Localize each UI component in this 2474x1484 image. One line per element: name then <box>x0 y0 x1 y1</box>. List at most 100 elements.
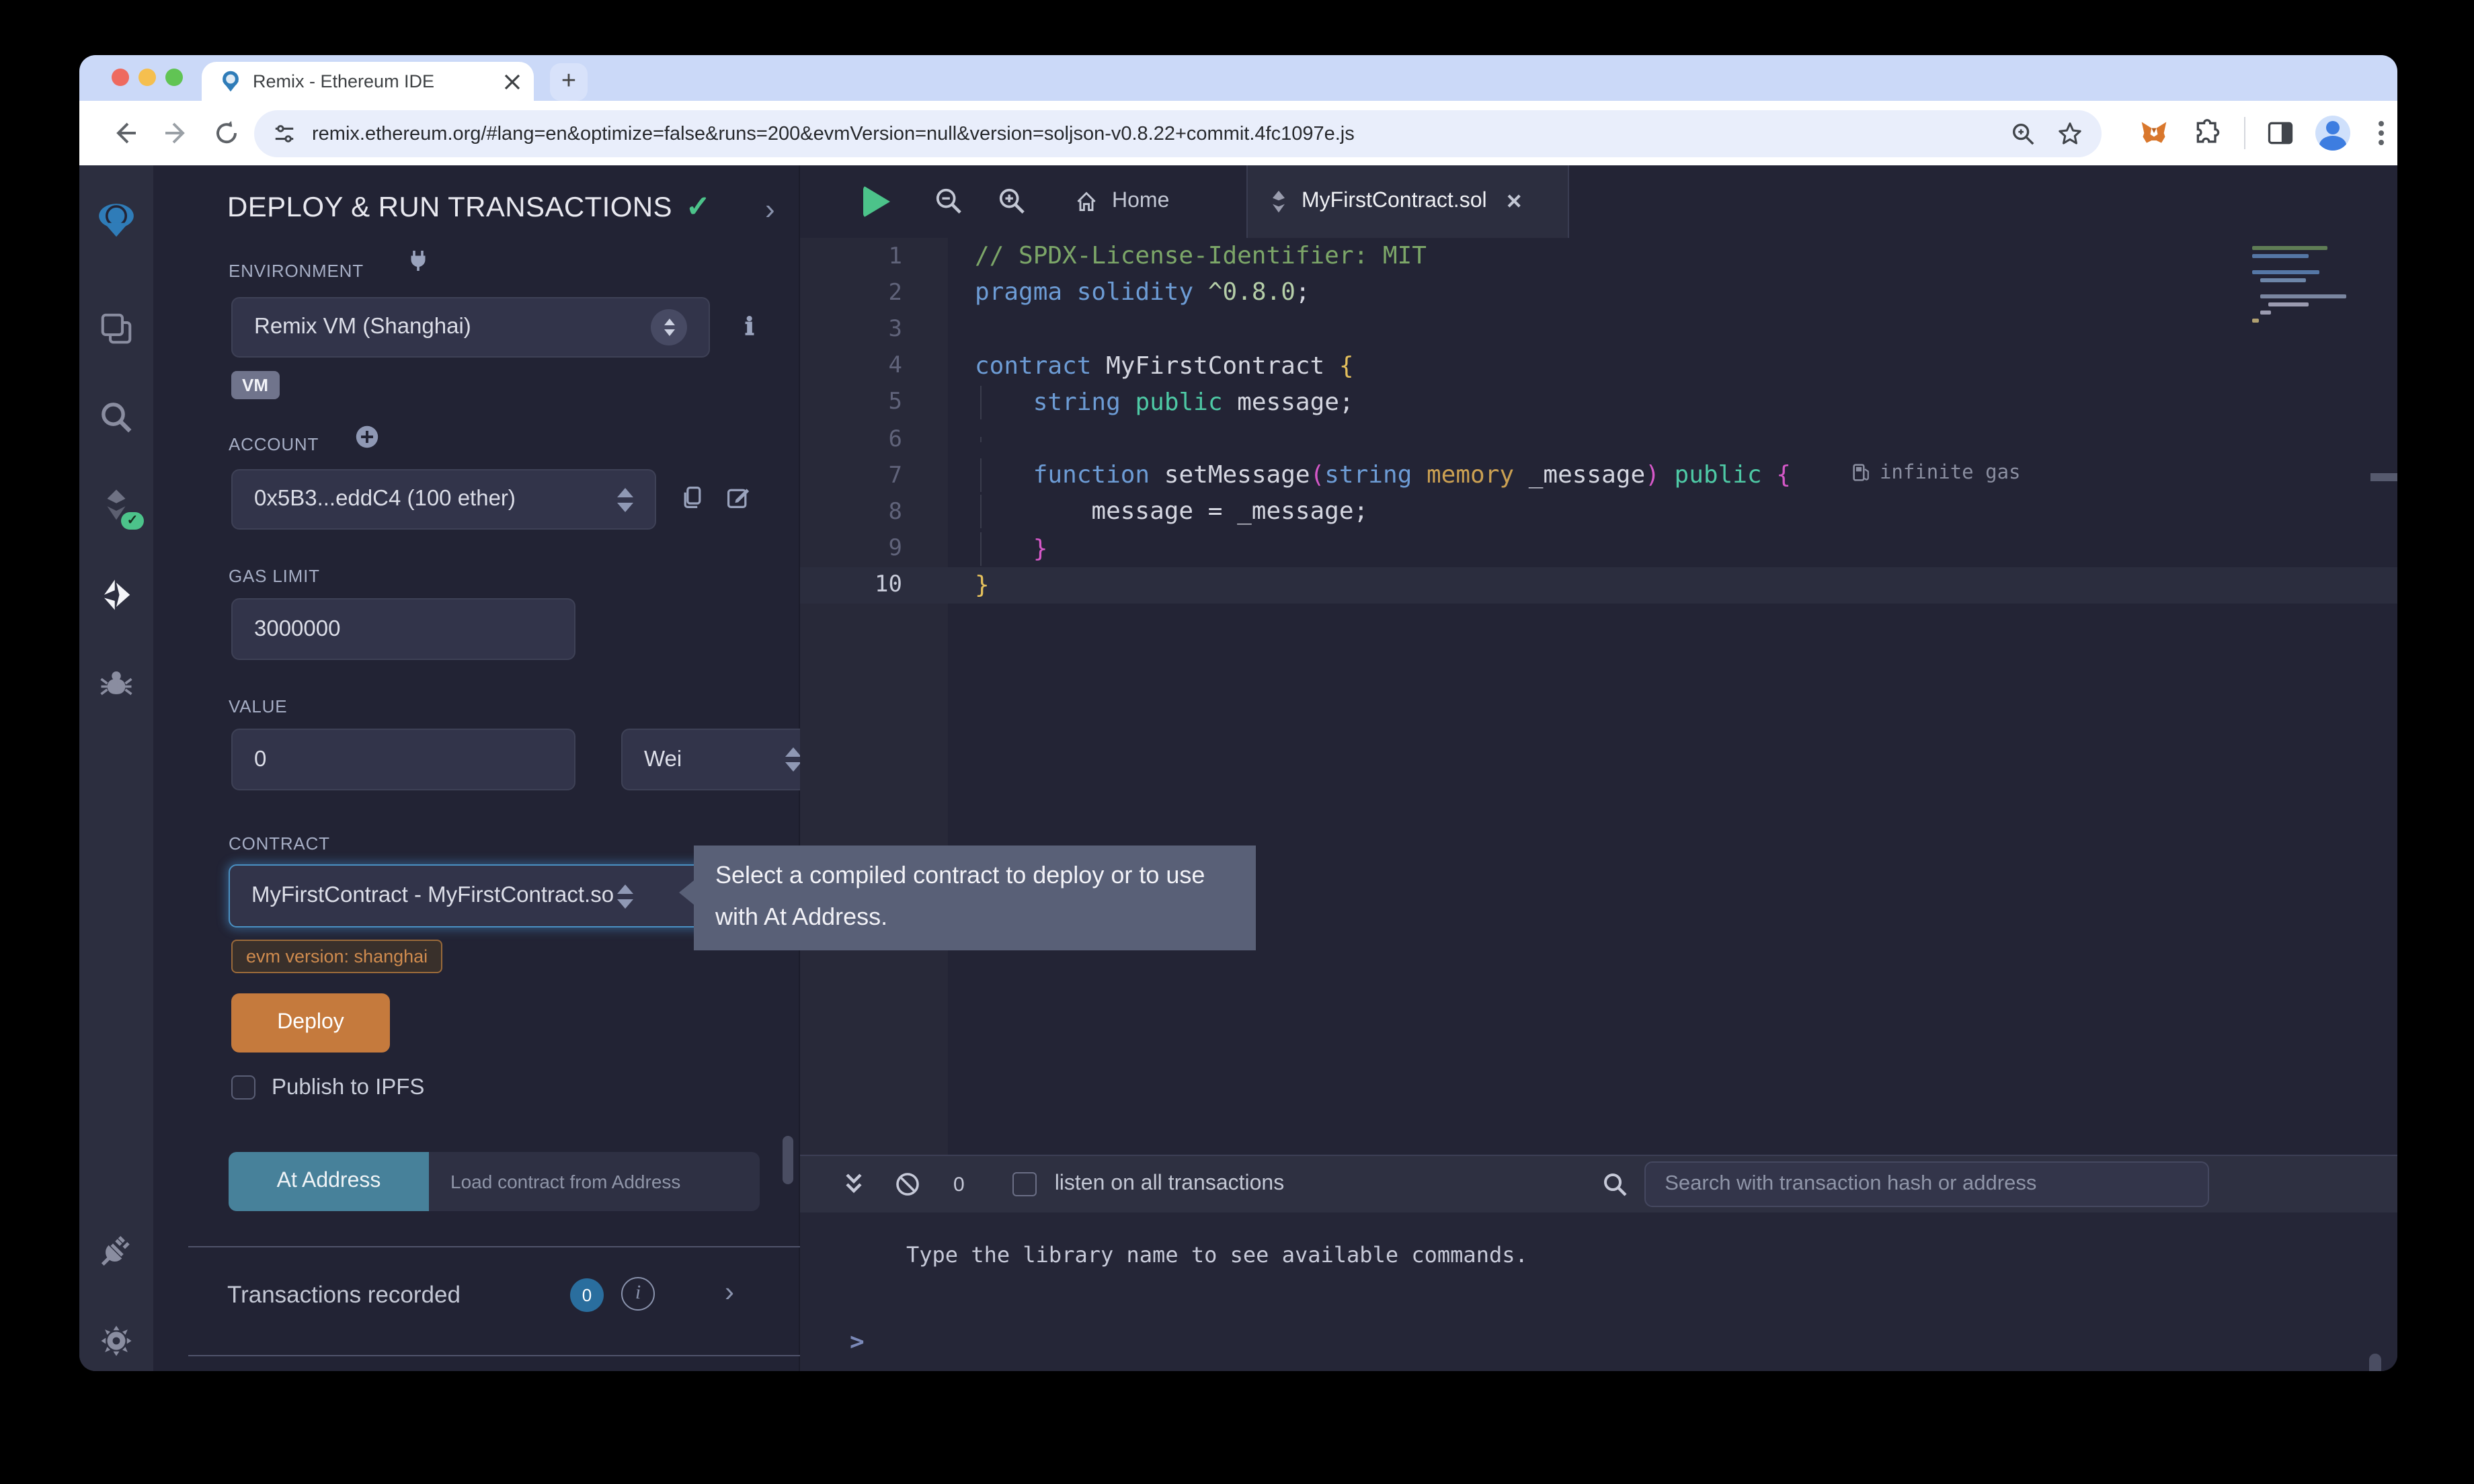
terminal-search-input[interactable]: Search with transaction hash or address <box>1644 1161 2209 1207</box>
clear-console-icon[interactable] <box>894 1171 921 1198</box>
forward-icon[interactable] <box>163 120 190 147</box>
bookmark-star-icon[interactable] <box>2057 121 2083 147</box>
code-line-8[interactable]: 8 message = _message; <box>800 494 2397 530</box>
tab-strip: Remix - Ethereum IDE + <box>79 55 2397 101</box>
at-address-input[interactable]: Load contract from Address <box>429 1152 760 1211</box>
publish-ipfs-checkbox[interactable] <box>231 1075 255 1100</box>
value-input[interactable]: 0 <box>231 729 575 790</box>
collapse-terminal-icon[interactable] <box>840 1171 867 1198</box>
add-account-icon[interactable] <box>355 425 379 449</box>
value-label: VALUE <box>229 696 287 716</box>
terminal-prompt[interactable]: > <box>850 1328 865 1356</box>
code-line-10[interactable]: 10} <box>800 567 2397 604</box>
terminal-scrollbar[interactable] <box>2369 1354 2381 1371</box>
toolbar-divider <box>2244 117 2245 149</box>
code-line-2[interactable]: 2pragma solidity ^0.8.0; <box>800 274 2397 311</box>
solidity-compiler-icon[interactable]: ✓ <box>98 487 134 523</box>
code-line-9[interactable]: 9 } <box>800 530 2397 567</box>
edit-account-icon[interactable] <box>726 485 750 509</box>
listen-count: 0 <box>953 1173 965 1196</box>
panel-collapse-icon[interactable]: › <box>765 192 775 227</box>
code-editor: Home MyFirstContract.sol ✕ 1// SPDX-Lice… <box>800 165 2397 1155</box>
gas-limit-input[interactable]: 3000000 <box>231 598 575 660</box>
settings-gear-icon[interactable] <box>98 1323 134 1359</box>
icon-rail: ✓ <box>79 165 153 1371</box>
gas-pump-icon <box>1853 463 1870 483</box>
transactions-info-icon[interactable]: i <box>621 1277 655 1311</box>
code-text: } <box>936 534 1047 563</box>
contract-select-arrows-icon <box>616 884 633 908</box>
url-field[interactable]: remix.ethereum.org/#lang=en&optimize=fal… <box>254 110 2102 157</box>
code-line-1[interactable]: 1// SPDX-License-Identifier: MIT <box>800 238 2397 274</box>
browser-window: Remix - Ethereum IDE + <box>79 55 2397 1371</box>
file-explorer-icon[interactable] <box>98 311 134 347</box>
contract-label: CONTRACT <box>229 833 330 854</box>
close-file-tab-icon[interactable]: ✕ <box>1506 190 1523 214</box>
zoom-in-icon[interactable] <box>998 187 1026 215</box>
code-line-4[interactable]: 4contract MyFirstContract { <box>800 347 2397 384</box>
account-select-arrows-icon <box>617 487 633 511</box>
environment-select[interactable]: Remix VM (Shanghai) <box>231 297 710 358</box>
gas-annotation: infinite gas <box>1853 462 2021 484</box>
search-icon[interactable] <box>98 399 134 436</box>
terminal-message: Type the library name to see available c… <box>906 1242 1528 1268</box>
panel-title: DEPLOY & RUN TRANSACTIONS✓ <box>227 190 711 224</box>
side-panel-icon[interactable] <box>2266 118 2295 148</box>
remix-logo-icon[interactable] <box>95 200 137 242</box>
tab-home[interactable]: Home <box>1047 165 1196 238</box>
copy-account-icon[interactable] <box>680 485 705 509</box>
close-tab-icon[interactable] <box>504 73 520 89</box>
run-script-icon[interactable] <box>863 186 890 218</box>
address-bar: remix.ethereum.org/#lang=en&optimize=fal… <box>79 101 2397 165</box>
close-window-button[interactable] <box>112 69 129 86</box>
compile-success-badge: ✓ <box>121 512 144 530</box>
remix-favicon <box>219 70 242 93</box>
line-number: 3 <box>800 316 936 343</box>
code-text: contract MyFirstContract { <box>936 352 1354 380</box>
transactions-expand-icon[interactable]: › <box>725 1277 734 1309</box>
new-tab-button[interactable]: + <box>550 63 588 101</box>
profile-avatar[interactable] <box>2315 116 2350 151</box>
debugger-icon[interactable] <box>98 665 134 702</box>
environment-plug-icon[interactable] <box>406 249 430 273</box>
section-divider-bottom <box>188 1355 803 1356</box>
code-line-5[interactable]: 5 string public message; <box>800 384 2397 421</box>
line-number: 9 <box>800 535 936 562</box>
section-divider <box>188 1246 803 1247</box>
zoom-out-icon[interactable] <box>934 187 963 215</box>
account-select[interactable]: 0x5B3...eddC4 (100 ether) <box>231 469 656 530</box>
environment-info-icon[interactable]: ℹ <box>745 313 769 337</box>
plugin-manager-icon[interactable] <box>98 1233 134 1269</box>
panel-scrollbar[interactable] <box>783 1136 793 1184</box>
listen-transactions-checkbox[interactable] <box>1013 1172 1037 1196</box>
line-number: 4 <box>800 352 936 379</box>
editor-scrollbar[interactable] <box>2370 473 2397 481</box>
gas-limit-label: GAS LIMIT <box>229 566 320 586</box>
metamask-extension-icon[interactable] <box>2139 118 2169 148</box>
tab-myfirstcontract[interactable]: MyFirstContract.sol ✕ <box>1246 165 1569 238</box>
extensions-puzzle-icon[interactable] <box>2193 118 2223 148</box>
at-address-button[interactable]: At Address <box>229 1152 429 1211</box>
code-line-6[interactable]: 6 <box>800 421 2397 457</box>
fullscreen-window-button[interactable] <box>165 69 183 86</box>
back-icon[interactable] <box>112 120 138 147</box>
vm-badge: VM <box>231 371 279 399</box>
zoom-page-icon[interactable] <box>2010 121 2036 147</box>
reload-icon[interactable] <box>214 120 241 147</box>
terminal-search-icon <box>1601 1171 1628 1198</box>
site-settings-icon[interactable] <box>273 122 296 145</box>
terminal-output[interactable]: Type the library name to see available c… <box>800 1212 2397 1371</box>
deploy-run-icon[interactable] <box>98 577 134 613</box>
contract-tooltip: Select a compiled contract to deploy or … <box>694 846 1256 950</box>
url-text[interactable]: remix.ethereum.org/#lang=en&optimize=fal… <box>312 123 1989 145</box>
minimize-window-button[interactable] <box>138 69 156 86</box>
browser-menu-icon[interactable] <box>2379 121 2384 149</box>
deploy-button[interactable]: Deploy <box>231 993 390 1053</box>
minimap[interactable] <box>2252 243 2365 332</box>
browser-tab[interactable]: Remix - Ethereum IDE <box>202 62 534 101</box>
code-line-3[interactable]: 3 <box>800 311 2397 347</box>
code-line-7[interactable]: 7 function setMessage(string memory _mes… <box>800 457 2397 493</box>
home-icon <box>1074 190 1099 214</box>
unit-select-arrows-icon <box>785 747 801 772</box>
value-unit-select[interactable]: Wei <box>621 729 824 790</box>
